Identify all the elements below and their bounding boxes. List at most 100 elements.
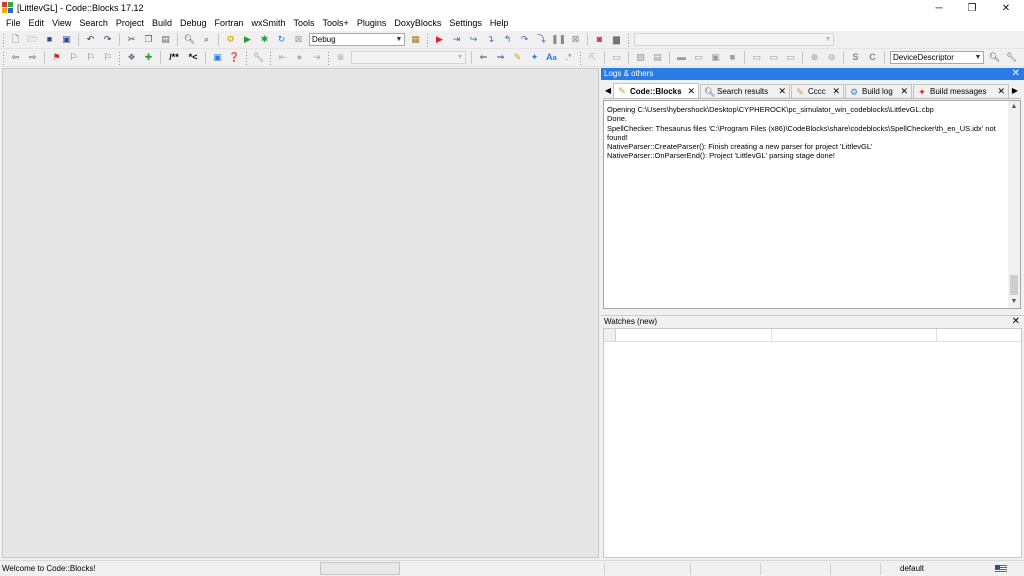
zoom-in-icon[interactable]: ⊕: [807, 50, 822, 65]
editor-area[interactable]: [2, 68, 599, 558]
jump-forward-icon[interactable]: ⇨: [25, 50, 40, 65]
debug-info-icon[interactable]: ▆: [609, 32, 624, 47]
target-options-icon[interactable]: ▦: [408, 32, 423, 47]
new-file-icon[interactable]: 🗋: [8, 32, 23, 47]
record-icon[interactable]: ●: [292, 50, 307, 65]
scrollbar-thumb[interactable]: [1010, 275, 1018, 295]
grid-corner[interactable]: [604, 329, 616, 341]
menu-search[interactable]: Search: [75, 16, 112, 31]
menu-build[interactable]: Build: [148, 16, 176, 31]
close-button[interactable]: ✕: [989, 0, 1023, 16]
wrench-icon[interactable]: 🔧︎: [251, 50, 266, 65]
spell-icon[interactable]: ✦: [527, 50, 542, 65]
replace-icon[interactable]: ⌕: [199, 32, 214, 47]
code-completion-select[interactable]: DeviceDescriptor ▼: [890, 51, 984, 64]
abc-icon[interactable]: Aa: [544, 50, 559, 65]
menu-settings[interactable]: Settings: [445, 16, 486, 31]
wx-sizer-b-icon[interactable]: ▭: [691, 50, 706, 65]
step-out-icon[interactable]: ↰: [500, 32, 515, 47]
cut-icon[interactable]: ✂: [124, 32, 139, 47]
pointer-icon[interactable]: ⇱: [585, 50, 600, 65]
paste-icon[interactable]: ▤: [158, 32, 173, 47]
log-output[interactable]: Opening C:\Users\hybershock\Desktop\CYPH…: [603, 100, 1021, 309]
save-all-icon[interactable]: ▣: [59, 32, 74, 47]
us-flag-icon[interactable]: [995, 565, 1007, 573]
debug-windows-icon[interactable]: ◙: [592, 32, 607, 47]
menu-plugins[interactable]: Plugins: [353, 16, 391, 31]
c-symbol-icon[interactable]: C: [865, 50, 880, 65]
run-icon[interactable]: ▶: [240, 32, 255, 47]
menu-project[interactable]: Project: [112, 16, 148, 31]
bookmark-prev-icon[interactable]: ⚐: [66, 50, 81, 65]
menu-doxyblocks[interactable]: DoxyBlocks: [390, 16, 445, 31]
close-icon[interactable]: ✕: [993, 86, 1005, 97]
doxy-chm-icon[interactable]: ❓: [227, 50, 242, 65]
find-icon[interactable]: 🔍︎: [182, 32, 197, 47]
close-icon[interactable]: ✕: [1012, 68, 1020, 80]
bookmark-toggle-icon[interactable]: ⚑: [49, 50, 64, 65]
minimize-button[interactable]: ─: [922, 0, 956, 16]
tab-codeblocks[interactable]: ✎ Code::Blocks ✕: [613, 83, 699, 98]
menu-tools[interactable]: Tools: [290, 16, 319, 31]
tab-scroll-right-icon[interactable]: ▶: [1010, 84, 1020, 98]
pause-icon[interactable]: ❚❚: [551, 32, 566, 47]
menu-debug[interactable]: Debug: [176, 16, 211, 31]
menu-file[interactable]: File: [2, 16, 25, 31]
back-arrow-icon[interactable]: ⇐: [476, 50, 491, 65]
symbol-select[interactable]: ▼: [634, 33, 834, 46]
first-icon[interactable]: ⇤: [275, 50, 290, 65]
stop-debug-icon[interactable]: ⊠: [568, 32, 583, 47]
run-to-cursor-icon[interactable]: ⇥: [449, 32, 464, 47]
doxy-extract-icon[interactable]: ✚: [141, 50, 156, 65]
menu-fortran[interactable]: Fortran: [210, 16, 247, 31]
tab-cccc[interactable]: ✎ Cccc ✕: [791, 84, 844, 98]
next-line-icon[interactable]: ↪: [466, 32, 481, 47]
step-into-instruction-icon[interactable]: ⤵: [534, 32, 549, 47]
close-icon[interactable]: ✕: [774, 86, 786, 97]
last-icon[interactable]: ⇥: [309, 50, 324, 65]
menu-view[interactable]: View: [48, 16, 75, 31]
s-symbol-icon[interactable]: S: [848, 50, 863, 65]
tab-build-messages[interactable]: ✦ Build messages ✕: [913, 84, 1009, 98]
wx-sizer-d-icon[interactable]: ■: [725, 50, 740, 65]
zoom-out-icon[interactable]: ⊖: [824, 50, 839, 65]
watches-column-header[interactable]: [937, 329, 1021, 341]
regex-icon[interactable]: .*: [561, 50, 576, 65]
search-combo[interactable]: ▼: [351, 51, 466, 64]
tab-scroll-left-icon[interactable]: ◀: [603, 84, 613, 98]
wx-layout-c-icon[interactable]: ▭: [783, 50, 798, 65]
watches-column-header[interactable]: [772, 329, 938, 341]
wx-layout-a-icon[interactable]: ▭: [749, 50, 764, 65]
wx-dialog-icon[interactable]: ▤: [650, 50, 665, 65]
debug-start-icon[interactable]: ▶: [432, 32, 447, 47]
settings-wrench-icon[interactable]: 🔧︎: [1004, 50, 1019, 65]
close-icon[interactable]: ✕: [896, 86, 908, 97]
tab-search-results[interactable]: 🔍︎ Search results ✕: [700, 84, 790, 98]
wx-panel-icon[interactable]: ▨: [633, 50, 648, 65]
jump-back-icon[interactable]: ⇦: [8, 50, 23, 65]
chevron-up-icon[interactable]: ▲: [1008, 101, 1020, 113]
open-folder-icon[interactable]: 🗁: [25, 32, 40, 47]
close-icon[interactable]: ✕: [1012, 316, 1020, 328]
save-icon[interactable]: ■: [42, 32, 57, 47]
next-instruction-icon[interactable]: ↷: [517, 32, 532, 47]
menu-tools-plus[interactable]: Tools+: [319, 16, 353, 31]
doxy-block-comment-button[interactable]: /**: [165, 50, 183, 65]
redo-icon[interactable]: ↷: [100, 32, 115, 47]
doxy-line-comment-button[interactable]: *<: [185, 50, 201, 65]
toolbar-grip[interactable]: [2, 32, 5, 47]
rebuild-icon[interactable]: ↻: [274, 32, 289, 47]
menu-edit[interactable]: Edit: [25, 16, 49, 31]
step-into-icon[interactable]: ↴: [483, 32, 498, 47]
chevron-down-icon[interactable]: ▼: [1008, 296, 1020, 308]
doxy-wizard-icon[interactable]: ❖: [124, 50, 139, 65]
menu-help[interactable]: Help: [486, 16, 513, 31]
wx-sizer-a-icon[interactable]: ▬: [674, 50, 689, 65]
tab-build-log[interactable]: ⚙ Build log ✕: [845, 84, 912, 98]
maximize-button[interactable]: ❐: [955, 0, 989, 16]
close-icon[interactable]: ✕: [828, 86, 840, 97]
build-target-select[interactable]: Debug ▼: [309, 33, 405, 46]
forward-arrow-icon[interactable]: ⇒: [493, 50, 508, 65]
highlight-icon[interactable]: ✎: [510, 50, 525, 65]
browse-tracker-icon[interactable]: ⊗: [333, 50, 348, 65]
